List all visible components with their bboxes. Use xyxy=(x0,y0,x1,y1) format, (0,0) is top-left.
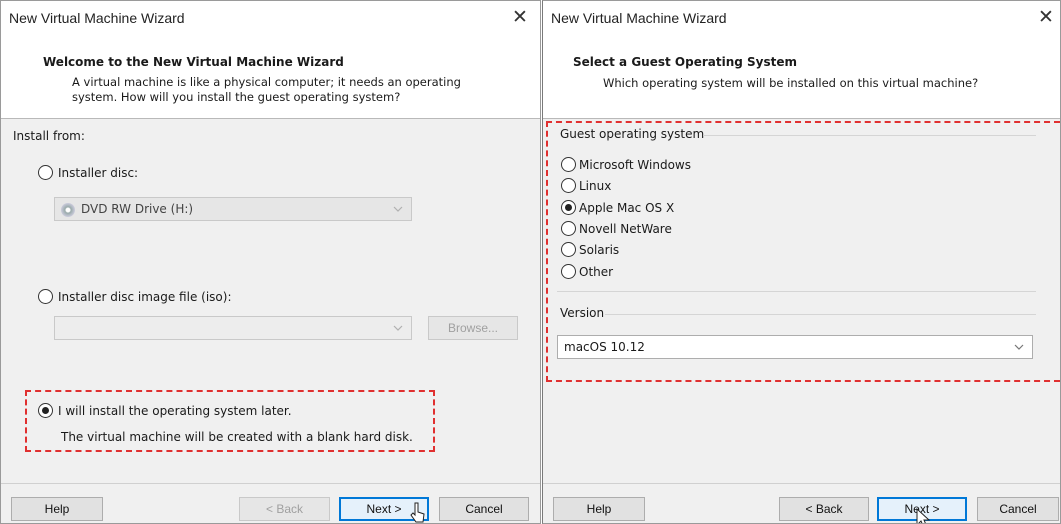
os-label-linux[interactable]: Linux xyxy=(579,179,611,193)
close-icon[interactable]: ✕ xyxy=(1036,7,1056,27)
title-bar: New Virtual Machine Wizard ✕ xyxy=(1,1,540,35)
install-later-label[interactable]: I will install the operating system late… xyxy=(58,404,292,418)
cancel-button[interactable]: Cancel xyxy=(977,497,1059,521)
os-label-windows[interactable]: Microsoft Windows xyxy=(579,158,691,172)
chevron-down-icon xyxy=(1014,344,1024,350)
os-radio-other[interactable] xyxy=(561,264,576,279)
group-separator xyxy=(703,135,1036,136)
mouse-cursor-icon xyxy=(916,508,931,523)
header-title: Select a Guest Operating System xyxy=(573,55,798,69)
wizard-window-left: New Virtual Machine Wizard ✕ Welcome to … xyxy=(0,0,541,524)
os-label-netware[interactable]: Novell NetWare xyxy=(579,222,672,236)
version-select[interactable]: macOS 10.12 xyxy=(557,335,1033,359)
version-separator xyxy=(605,314,1036,315)
version-value: macOS 10.12 xyxy=(564,340,645,354)
wizard-body: Guest operating system Microsoft Windows… xyxy=(543,119,1060,477)
install-later-radio[interactable] xyxy=(38,403,53,418)
installer-disc-label[interactable]: Installer disc: xyxy=(58,166,138,180)
mouse-cursor-icon xyxy=(410,502,425,523)
wizard-header: Welcome to the New Virtual Machine Wizar… xyxy=(1,35,540,119)
guest-os-group-label: Guest operating system xyxy=(560,127,705,141)
os-label-other[interactable]: Other xyxy=(579,265,613,279)
header-description-line1: A virtual machine is like a physical com… xyxy=(72,75,461,89)
os-radio-windows[interactable] xyxy=(561,157,576,172)
wizard-header: Select a Guest Operating System Which op… xyxy=(543,35,1060,119)
install-later-note: The virtual machine will be created with… xyxy=(61,430,413,444)
os-radio-solaris[interactable] xyxy=(561,242,576,257)
chevron-down-icon xyxy=(393,325,403,331)
iso-image-label[interactable]: Installer disc image file (iso): xyxy=(58,290,231,304)
os-radio-netware[interactable] xyxy=(561,221,576,236)
os-label-solaris[interactable]: Solaris xyxy=(579,243,619,257)
disc-drive-value: DVD RW Drive (H:) xyxy=(81,202,194,216)
iso-image-radio[interactable] xyxy=(38,289,53,304)
footer-separator xyxy=(543,483,1060,484)
help-button[interactable]: Help xyxy=(553,497,645,521)
version-label: Version xyxy=(560,306,605,320)
os-radio-linux[interactable] xyxy=(561,178,576,193)
cancel-button[interactable]: Cancel xyxy=(439,497,529,521)
title-bar: New Virtual Machine Wizard ✕ xyxy=(543,1,1060,35)
browse-button[interactable]: Browse... xyxy=(428,316,518,340)
window-title: New Virtual Machine Wizard xyxy=(9,10,185,26)
chevron-down-icon xyxy=(393,206,403,212)
os-radio-macos[interactable] xyxy=(561,200,576,215)
close-icon[interactable]: ✕ xyxy=(510,7,530,27)
back-button[interactable]: < Back xyxy=(779,497,869,521)
installer-disc-radio[interactable] xyxy=(38,165,53,180)
help-button[interactable]: Help xyxy=(11,497,103,521)
header-description-line2: system. How will you install the guest o… xyxy=(72,90,401,104)
header-title: Welcome to the New Virtual Machine Wizar… xyxy=(43,55,344,69)
back-button[interactable]: < Back xyxy=(239,497,330,521)
window-title: New Virtual Machine Wizard xyxy=(551,10,727,26)
install-from-label: Install from: xyxy=(13,129,85,143)
footer-separator xyxy=(1,483,540,484)
wizard-window-right: New Virtual Machine Wizard ✕ Select a Gu… xyxy=(542,0,1061,524)
os-label-macos[interactable]: Apple Mac OS X xyxy=(579,201,674,215)
disc-drive-select[interactable]: DVD RW Drive (H:) xyxy=(54,197,412,221)
group-separator xyxy=(557,291,1036,292)
header-description: Which operating system will be installed… xyxy=(603,76,979,90)
disc-icon xyxy=(61,203,75,217)
iso-path-combobox[interactable] xyxy=(54,316,412,340)
wizard-body: Install from: Installer disc: DVD RW Dri… xyxy=(1,119,540,477)
